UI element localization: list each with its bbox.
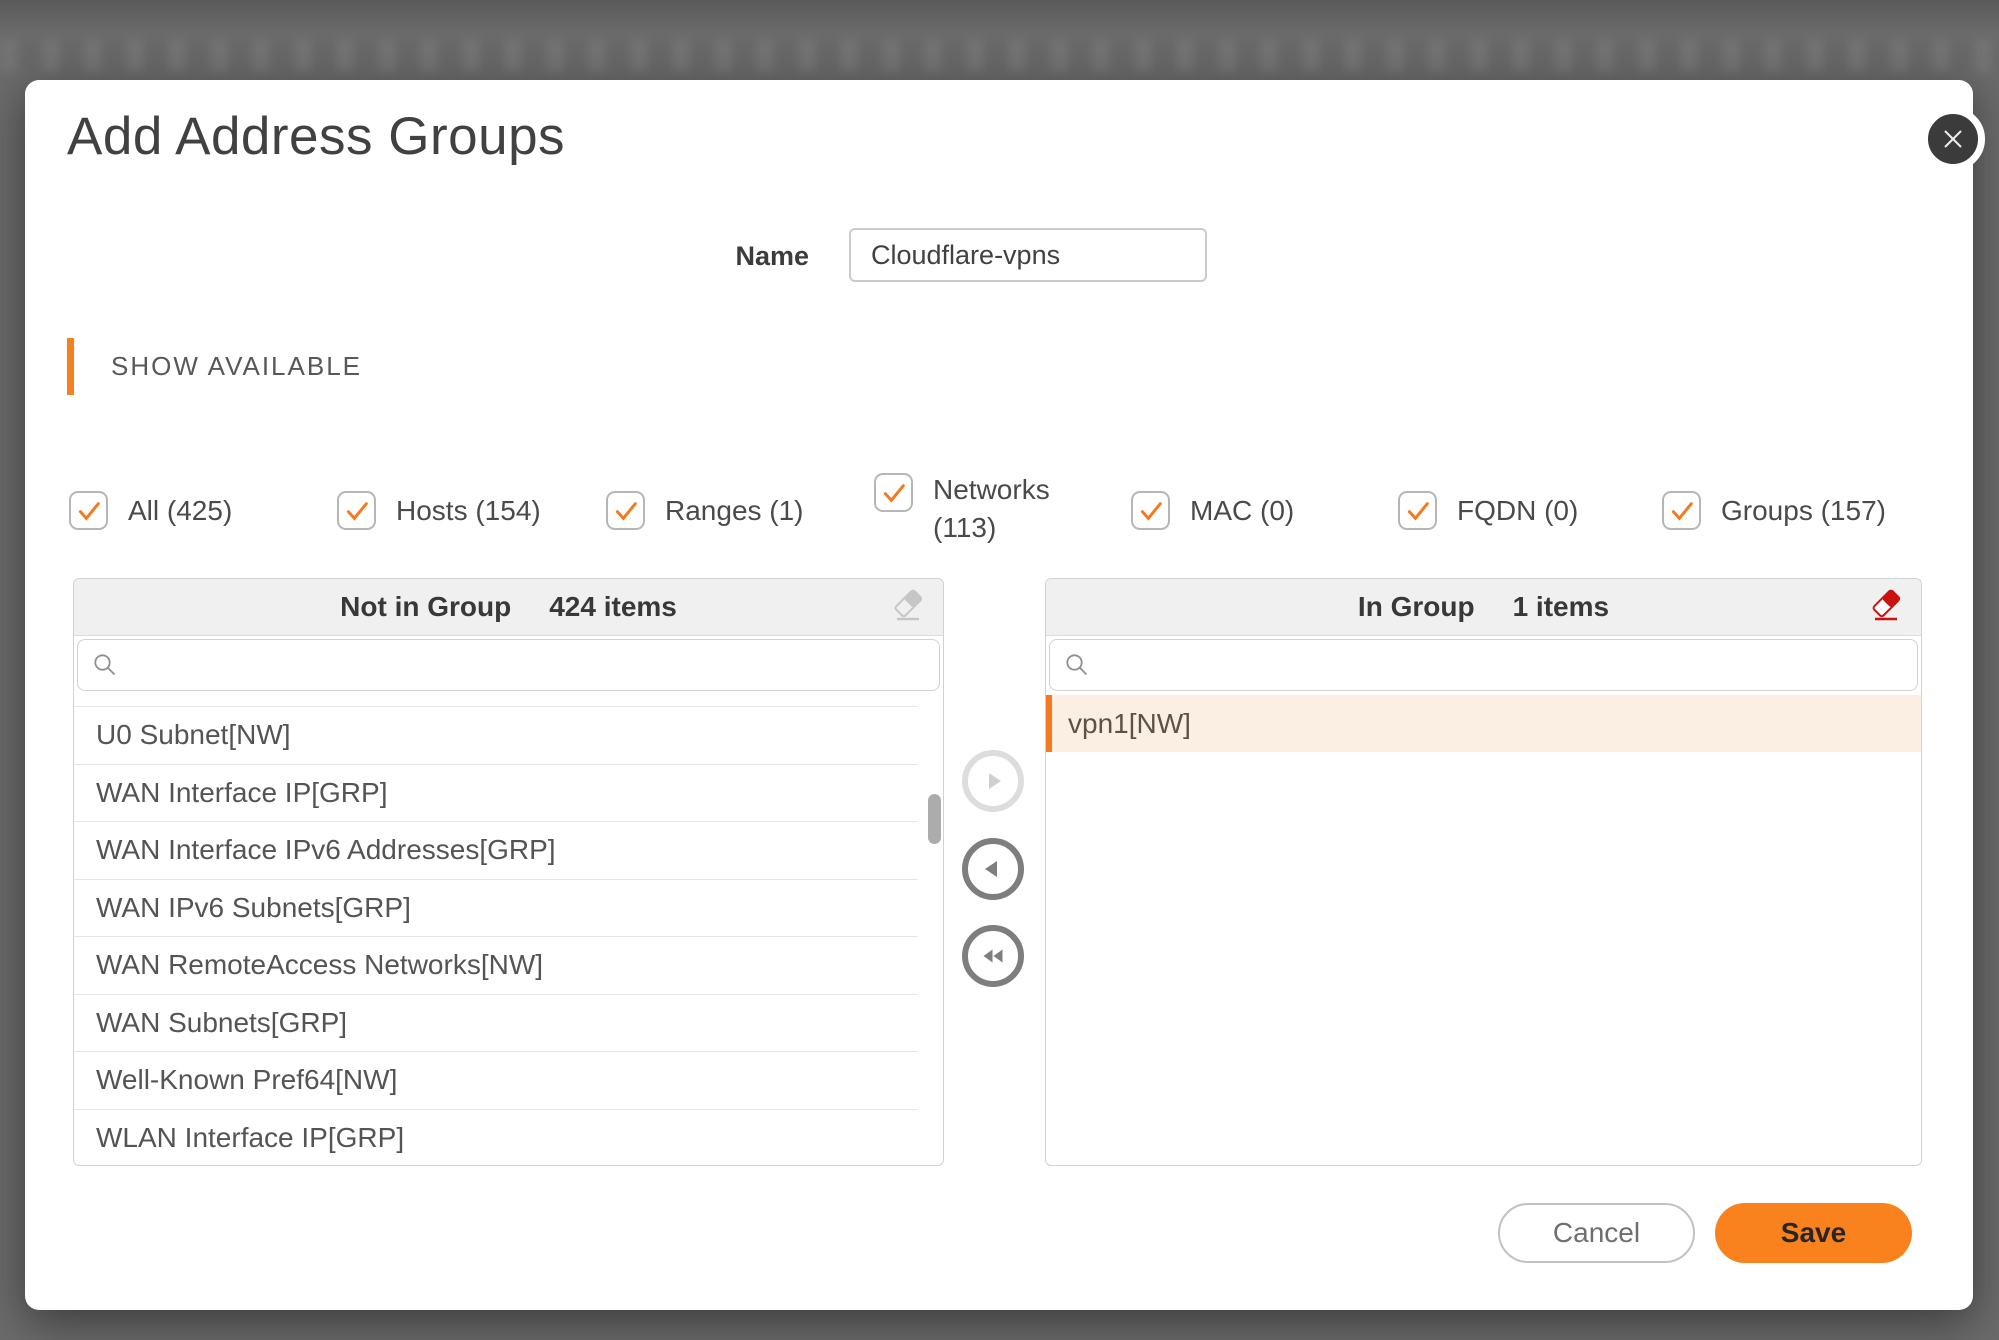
move-left-button[interactable] xyxy=(962,838,1024,900)
move-right-button[interactable] xyxy=(962,750,1024,812)
filter-label: FQDN (0) xyxy=(1457,492,1578,530)
vertical-scrollbar-thumb[interactable] xyxy=(928,794,941,844)
not-in-group-panel: Not in Group 424 items xyxy=(73,578,944,1166)
remove-all-button[interactable] xyxy=(1865,587,1907,627)
close-button[interactable] xyxy=(1921,107,1985,171)
filter-checkbox-networks[interactable]: Networks (113) xyxy=(874,471,1073,547)
name-label: Name xyxy=(689,228,809,284)
filter-label: All (425) xyxy=(128,492,232,530)
in-group-search xyxy=(1049,639,1918,691)
list-row[interactable]: WAN IPv6 Subnets[GRP] xyxy=(74,880,917,938)
list-row[interactable]: Well-Known Pref64[NW] xyxy=(74,1052,917,1110)
checkbox-checked-icon[interactable] xyxy=(337,491,376,530)
checkbox-checked-icon[interactable] xyxy=(874,473,913,512)
filter-checkbox-groups[interactable]: Groups (157) xyxy=(1662,491,1886,530)
list-row[interactable]: WAN Subnets[GRP] xyxy=(74,995,917,1053)
filter-label: MAC (0) xyxy=(1190,492,1294,530)
filter-checkbox-hosts[interactable]: Hosts (154) xyxy=(337,491,541,530)
screen: Add Address Groups Name SHOW AVAILABLE A… xyxy=(0,0,1999,1340)
dialog-title: Add Address Groups xyxy=(67,106,565,167)
not-in-group-search-input[interactable] xyxy=(128,640,939,690)
filter-checkbox-fqdn[interactable]: FQDN (0) xyxy=(1398,491,1578,530)
filter-checkbox-ranges[interactable]: Ranges (1) xyxy=(606,491,804,530)
list-row[interactable]: WAN Interface IP[GRP] xyxy=(74,765,917,823)
arrow-right-icon xyxy=(979,767,1007,795)
filter-label: Networks (113) xyxy=(933,471,1073,547)
in-group-row-selected[interactable]: vpn1[NW] xyxy=(1046,695,1921,752)
in-group-header: In Group 1 items xyxy=(1046,579,1921,636)
checkbox-checked-icon[interactable] xyxy=(1131,491,1170,530)
show-available-heading: SHOW AVAILABLE xyxy=(67,338,362,395)
arrow-left-icon xyxy=(979,855,1007,883)
group-name-input[interactable] xyxy=(849,228,1207,282)
checkbox-checked-icon[interactable] xyxy=(69,491,108,530)
list-row[interactable]: WAN Interface IPv6 Addresses[GRP] xyxy=(74,822,917,880)
save-button[interactable]: Save xyxy=(1715,1203,1912,1263)
panel-title: Not in Group xyxy=(340,591,511,623)
panel-item-count: 1 items xyxy=(1513,591,1610,623)
filter-label: Groups (157) xyxy=(1721,492,1886,530)
add-address-groups-dialog: Add Address Groups Name SHOW AVAILABLE A… xyxy=(25,80,1973,1310)
panel-item-count: 424 items xyxy=(549,591,677,623)
filter-checkbox-mac[interactable]: MAC (0) xyxy=(1131,491,1294,530)
move-all-left-button[interactable] xyxy=(962,925,1024,987)
show-available-label: SHOW AVAILABLE xyxy=(111,351,362,382)
checkbox-checked-icon[interactable] xyxy=(606,491,645,530)
eraser-icon xyxy=(889,589,927,623)
eraser-icon-red xyxy=(1867,589,1905,623)
checkbox-checked-icon[interactable] xyxy=(1662,491,1701,530)
not-in-group-list: U0 Subnet[NW] WAN Interface IP[GRP] WAN … xyxy=(74,695,943,1165)
list-row[interactable]: U0 Subnet[NW] xyxy=(74,707,917,765)
not-in-group-header: Not in Group 424 items xyxy=(74,579,943,636)
filter-label: Ranges (1) xyxy=(665,492,804,530)
not-in-group-search xyxy=(77,639,940,691)
list-row-partial xyxy=(74,695,917,707)
backdrop-top-shade xyxy=(0,0,1999,34)
filter-label: Hosts (154) xyxy=(396,492,541,530)
list-row[interactable]: WAN RemoteAccess Networks[NW] xyxy=(74,937,917,995)
search-icon xyxy=(92,652,118,678)
clear-selection-button[interactable] xyxy=(887,587,929,627)
search-icon xyxy=(1064,652,1090,678)
dimmed-background-content xyxy=(0,40,1999,72)
checkbox-checked-icon[interactable] xyxy=(1398,491,1437,530)
list-row[interactable]: WLAN Interface IP[GRP] xyxy=(74,1110,917,1167)
panel-title: In Group xyxy=(1358,591,1475,623)
double-arrow-left-icon xyxy=(979,942,1007,970)
in-group-search-input[interactable] xyxy=(1100,640,1917,690)
cancel-button[interactable]: Cancel xyxy=(1498,1203,1695,1263)
close-icon xyxy=(1940,126,1966,152)
in-group-panel: In Group 1 items xyxy=(1045,578,1922,1166)
filter-checkbox-all[interactable]: All (425) xyxy=(69,491,232,530)
accent-bar xyxy=(67,338,74,395)
